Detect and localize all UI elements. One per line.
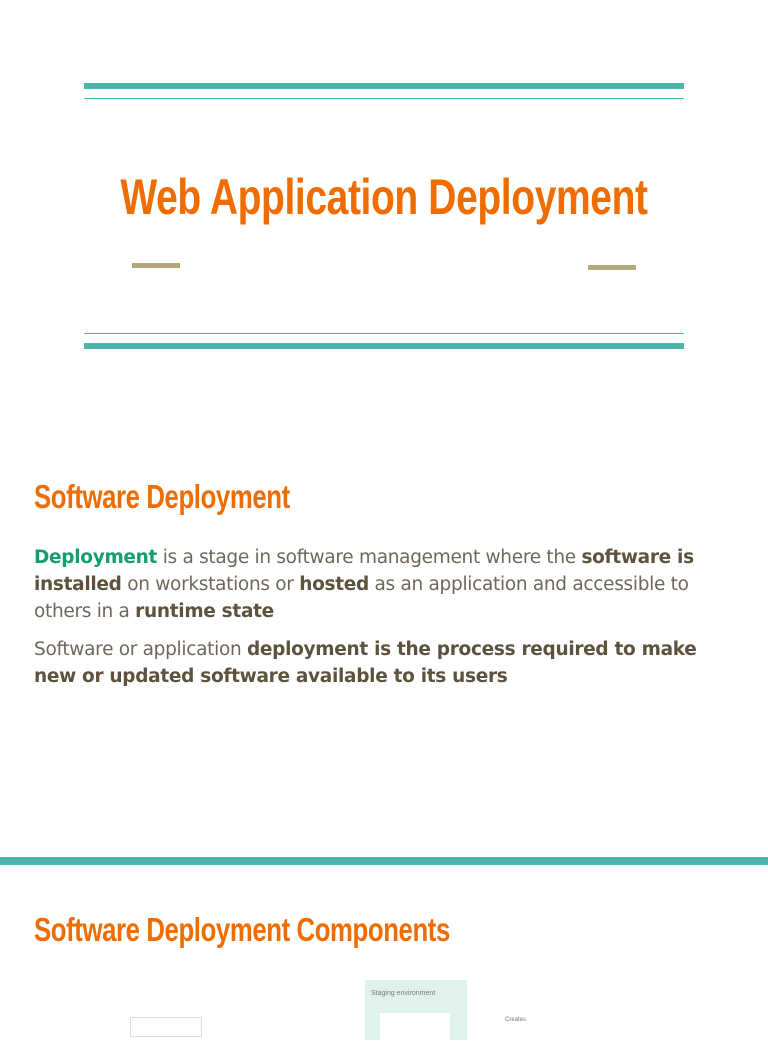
staging-environment-box: Staging environment (365, 980, 467, 1043)
right-accent-bar (588, 265, 636, 270)
creates-label: Creates (505, 1017, 527, 1023)
text: Software or application (34, 639, 247, 660)
section-heading: Software Deployment Components (34, 911, 450, 948)
text: on workstations or (121, 574, 300, 595)
text: is a stage in software management where … (157, 547, 582, 568)
paragraph-process: Software or application deployment is th… (34, 636, 734, 690)
paragraph-definition: Deployment is a stage in software manage… (34, 544, 734, 625)
source-box (130, 1017, 202, 1037)
bottom-thin-rule (84, 333, 684, 334)
term-deployment: Deployment (34, 547, 158, 568)
bold-text: hosted (299, 574, 369, 595)
staging-label: Staging environment (371, 990, 436, 997)
top-thick-rule (84, 83, 684, 89)
bottom-thick-rule (84, 343, 684, 349)
bold-text: runtime state (135, 601, 274, 622)
left-accent-bar (132, 263, 180, 268)
presentation-title: Web Application Deployment (120, 169, 648, 225)
staging-inner-box (380, 1013, 450, 1043)
slide-divider (0, 857, 768, 865)
section-heading: Software Deployment (34, 478, 290, 515)
top-thin-rule (84, 98, 684, 99)
